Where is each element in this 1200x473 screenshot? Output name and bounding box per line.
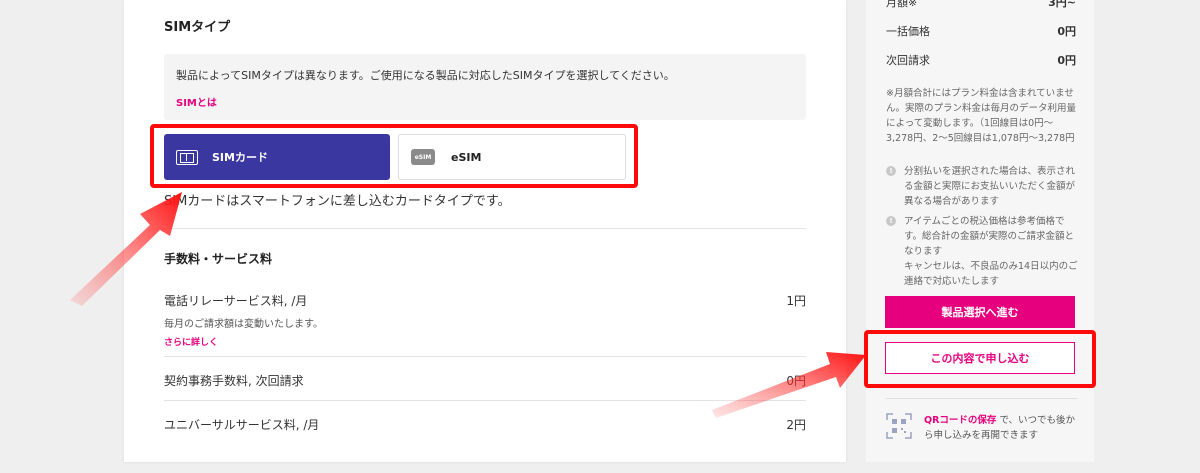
arrow-to-sim-option — [70, 192, 182, 306]
arrow-to-apply-button — [712, 352, 866, 418]
annotation-arrows — [70, 192, 866, 418]
